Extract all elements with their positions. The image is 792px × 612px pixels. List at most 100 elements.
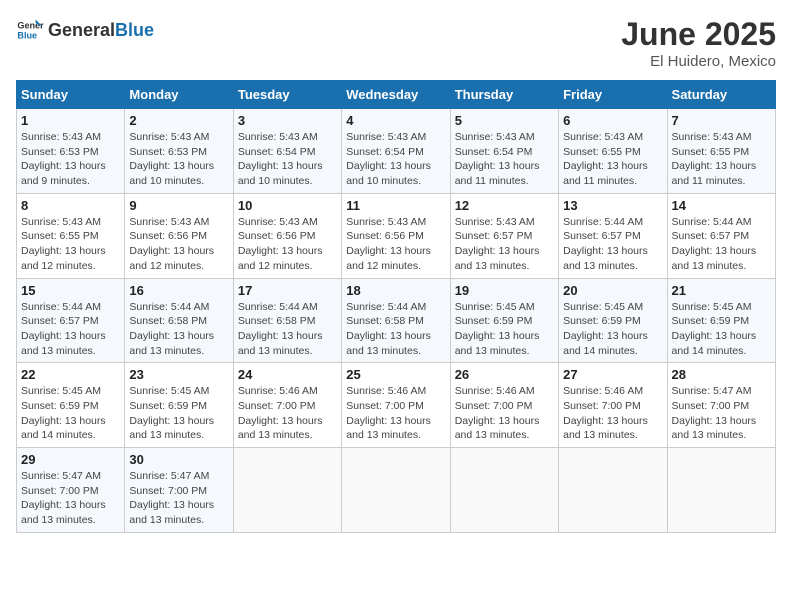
svg-text:Blue: Blue [17, 30, 37, 40]
calendar-cell: 23 Sunrise: 5:45 AM Sunset: 6:59 PM Dayli… [125, 363, 233, 448]
day-info: Sunrise: 5:46 AM Sunset: 7:00 PM Dayligh… [346, 384, 445, 443]
day-number: 12 [455, 198, 554, 213]
day-number: 26 [455, 367, 554, 382]
calendar-cell: 20 Sunrise: 5:45 AM Sunset: 6:59 PM Dayli… [559, 278, 667, 363]
page-header: General Blue GeneralBlue June 2025 El Hu… [16, 16, 776, 70]
day-info: Sunrise: 5:43 AM Sunset: 6:54 PM Dayligh… [238, 130, 337, 189]
calendar-cell: 17 Sunrise: 5:44 AM Sunset: 6:58 PM Dayli… [233, 278, 341, 363]
calendar-week-row: 8 Sunrise: 5:43 AM Sunset: 6:55 PM Daylig… [17, 193, 776, 278]
day-info: Sunrise: 5:47 AM Sunset: 7:00 PM Dayligh… [21, 469, 120, 528]
calendar-cell [559, 448, 667, 533]
calendar-cell: 30Sunrise: 5:47 AM Sunset: 7:00 PM Dayli… [125, 448, 233, 533]
calendar-cell: 10 Sunrise: 5:43 AM Sunset: 6:56 PM Dayli… [233, 193, 341, 278]
logo-blue-text: Blue [115, 20, 154, 41]
day-info: Sunrise: 5:45 AM Sunset: 6:59 PM Dayligh… [21, 384, 120, 443]
calendar-cell: 28Sunrise: 5:47 AM Sunset: 7:00 PM Dayli… [667, 363, 775, 448]
logo: General Blue GeneralBlue [16, 16, 154, 44]
day-number: 27 [563, 367, 662, 382]
calendar-cell: 22Sunrise: 5:45 AM Sunset: 6:59 PM Dayli… [17, 363, 125, 448]
day-number: 17 [238, 283, 337, 298]
day-info: Sunrise: 5:44 AM Sunset: 6:57 PM Dayligh… [563, 215, 662, 274]
day-info: Sunrise: 5:43 AM Sunset: 6:54 PM Dayligh… [346, 130, 445, 189]
day-of-week-header: Saturday [667, 81, 775, 109]
day-number: 19 [455, 283, 554, 298]
day-number: 23 [129, 367, 228, 382]
calendar-cell: 9Sunrise: 5:43 AM Sunset: 6:56 PM Daylig… [125, 193, 233, 278]
calendar-cell [233, 448, 341, 533]
day-of-week-header: Monday [125, 81, 233, 109]
calendar-cell: 27 Sunrise: 5:46 AM Sunset: 7:00 PM Dayli… [559, 363, 667, 448]
day-info: Sunrise: 5:45 AM Sunset: 6:59 PM Dayligh… [563, 300, 662, 359]
calendar-cell: 29Sunrise: 5:47 AM Sunset: 7:00 PM Dayli… [17, 448, 125, 533]
calendar-cell: 19 Sunrise: 5:45 AM Sunset: 6:59 PM Dayli… [450, 278, 558, 363]
day-info: Sunrise: 5:47 AM Sunset: 7:00 PM Dayligh… [129, 469, 228, 528]
calendar-week-row: 22Sunrise: 5:45 AM Sunset: 6:59 PM Dayli… [17, 363, 776, 448]
calendar-week-row: 1 Sunrise: 5:43 AM Sunset: 6:53 PM Daylig… [17, 109, 776, 194]
day-of-week-row: SundayMondayTuesdayWednesdayThursdayFrid… [17, 81, 776, 109]
calendar-cell: 5Sunrise: 5:43 AM Sunset: 6:54 PM Daylig… [450, 109, 558, 194]
calendar-cell: 14 Sunrise: 5:44 AM Sunset: 6:57 PM Dayli… [667, 193, 775, 278]
day-info: Sunrise: 5:46 AM Sunset: 7:00 PM Dayligh… [563, 384, 662, 443]
day-of-week-header: Thursday [450, 81, 558, 109]
day-info: Sunrise: 5:44 AM Sunset: 6:57 PM Dayligh… [672, 215, 771, 274]
day-number: 14 [672, 198, 771, 213]
calendar-cell: 24Sunrise: 5:46 AM Sunset: 7:00 PM Dayli… [233, 363, 341, 448]
day-number: 15 [21, 283, 120, 298]
day-info: Sunrise: 5:43 AM Sunset: 6:53 PM Dayligh… [21, 130, 120, 189]
logo-general-text: General [48, 20, 115, 41]
title-area: June 2025 El Huidero, Mexico [621, 16, 776, 70]
calendar-cell: 18 Sunrise: 5:44 AM Sunset: 6:58 PM Dayli… [342, 278, 450, 363]
day-number: 13 [563, 198, 662, 213]
day-info: Sunrise: 5:43 AM Sunset: 6:55 PM Dayligh… [672, 130, 771, 189]
day-number: 6 [563, 113, 662, 128]
day-of-week-header: Friday [559, 81, 667, 109]
calendar-cell: 25 Sunrise: 5:46 AM Sunset: 7:00 PM Dayli… [342, 363, 450, 448]
day-number: 25 [346, 367, 445, 382]
day-number: 4 [346, 113, 445, 128]
day-info: Sunrise: 5:46 AM Sunset: 7:00 PM Dayligh… [455, 384, 554, 443]
day-info: Sunrise: 5:43 AM Sunset: 6:53 PM Dayligh… [129, 130, 228, 189]
calendar-cell: 7 Sunrise: 5:43 AM Sunset: 6:55 PM Daylig… [667, 109, 775, 194]
day-info: Sunrise: 5:45 AM Sunset: 6:59 PM Dayligh… [455, 300, 554, 359]
calendar-cell: 21Sunrise: 5:45 AM Sunset: 6:59 PM Dayli… [667, 278, 775, 363]
day-info: Sunrise: 5:43 AM Sunset: 6:55 PM Dayligh… [563, 130, 662, 189]
month-title: June 2025 [621, 16, 776, 53]
calendar-cell [450, 448, 558, 533]
day-number: 7 [672, 113, 771, 128]
calendar-cell: 26 Sunrise: 5:46 AM Sunset: 7:00 PM Dayli… [450, 363, 558, 448]
day-number: 5 [455, 113, 554, 128]
calendar-cell: 15 Sunrise: 5:44 AM Sunset: 6:57 PM Dayli… [17, 278, 125, 363]
day-info: Sunrise: 5:43 AM Sunset: 6:56 PM Dayligh… [238, 215, 337, 274]
day-number: 8 [21, 198, 120, 213]
calendar-cell: 3 Sunrise: 5:43 AM Sunset: 6:54 PM Daylig… [233, 109, 341, 194]
day-number: 11 [346, 198, 445, 213]
location-title: El Huidero, Mexico [621, 53, 776, 70]
calendar-week-row: 15 Sunrise: 5:44 AM Sunset: 6:57 PM Dayli… [17, 278, 776, 363]
calendar-cell: 16Sunrise: 5:44 AM Sunset: 6:58 PM Dayli… [125, 278, 233, 363]
calendar-cell: 12Sunrise: 5:43 AM Sunset: 6:57 PM Dayli… [450, 193, 558, 278]
calendar-cell [342, 448, 450, 533]
day-number: 1 [21, 113, 120, 128]
calendar-cell [667, 448, 775, 533]
day-number: 2 [129, 113, 228, 128]
calendar-cell: 8 Sunrise: 5:43 AM Sunset: 6:55 PM Daylig… [17, 193, 125, 278]
calendar-cell: 6 Sunrise: 5:43 AM Sunset: 6:55 PM Daylig… [559, 109, 667, 194]
day-number: 21 [672, 283, 771, 298]
day-number: 18 [346, 283, 445, 298]
day-number: 10 [238, 198, 337, 213]
day-info: Sunrise: 5:43 AM Sunset: 6:56 PM Dayligh… [129, 215, 228, 274]
day-info: Sunrise: 5:43 AM Sunset: 6:55 PM Dayligh… [21, 215, 120, 274]
day-info: Sunrise: 5:45 AM Sunset: 6:59 PM Dayligh… [129, 384, 228, 443]
calendar-body: 1 Sunrise: 5:43 AM Sunset: 6:53 PM Daylig… [17, 109, 776, 533]
day-info: Sunrise: 5:44 AM Sunset: 6:57 PM Dayligh… [21, 300, 120, 359]
day-info: Sunrise: 5:44 AM Sunset: 6:58 PM Dayligh… [238, 300, 337, 359]
day-of-week-header: Tuesday [233, 81, 341, 109]
calendar-cell: 1 Sunrise: 5:43 AM Sunset: 6:53 PM Daylig… [17, 109, 125, 194]
day-number: 20 [563, 283, 662, 298]
day-info: Sunrise: 5:46 AM Sunset: 7:00 PM Dayligh… [238, 384, 337, 443]
day-number: 3 [238, 113, 337, 128]
day-info: Sunrise: 5:44 AM Sunset: 6:58 PM Dayligh… [346, 300, 445, 359]
day-info: Sunrise: 5:43 AM Sunset: 6:56 PM Dayligh… [346, 215, 445, 274]
calendar-cell: 2 Sunrise: 5:43 AM Sunset: 6:53 PM Daylig… [125, 109, 233, 194]
calendar-cell: 13 Sunrise: 5:44 AM Sunset: 6:57 PM Dayli… [559, 193, 667, 278]
